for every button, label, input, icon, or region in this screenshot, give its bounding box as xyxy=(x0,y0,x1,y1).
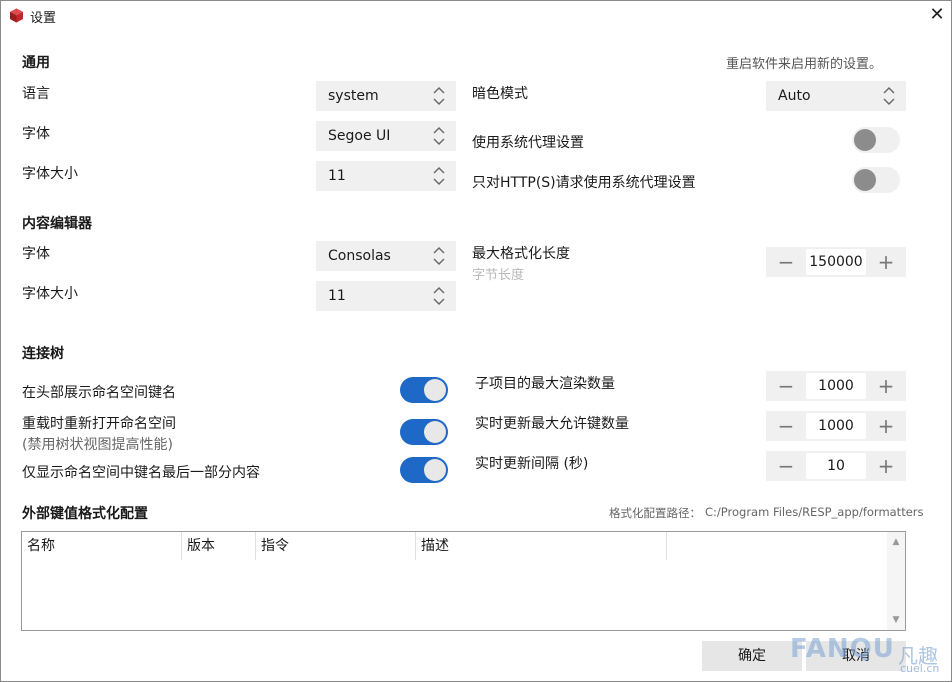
increment-button[interactable]: + xyxy=(866,411,906,441)
updown-chevron-icon xyxy=(883,87,895,105)
general-heading: 通用 xyxy=(22,55,50,71)
updown-chevron-icon xyxy=(433,247,445,265)
watermark-logo: FANQU xyxy=(790,634,895,664)
editor-heading: 内容编辑器 xyxy=(22,216,92,232)
tree-heading: 连接树 xyxy=(22,346,64,362)
font-size-select[interactable]: 11 xyxy=(316,161,456,191)
formatters-path[interactable]: C:/Program Files/RESP_app/formatters xyxy=(705,505,924,519)
window-title: 设置 xyxy=(30,11,57,26)
column-header-description[interactable]: 描述 xyxy=(416,532,667,560)
scroll-down-arrow-icon[interactable]: ▼ xyxy=(887,612,905,628)
font-select[interactable]: Segoe UI xyxy=(316,121,456,151)
toggle-knob xyxy=(854,129,876,151)
show-last-part-label: 仅显示命名空间中键名最后一部分内容 xyxy=(22,465,260,481)
dark-mode-select[interactable]: Auto xyxy=(766,81,906,111)
live-update-max-keys-value[interactable]: 1000 xyxy=(806,413,866,439)
watermark-site: cuel.cn xyxy=(900,662,940,675)
max-format-length-spinbox[interactable]: − 150000 + xyxy=(766,247,906,277)
reopen-namespaces-toggle[interactable] xyxy=(400,419,448,445)
decrement-button[interactable]: − xyxy=(766,247,806,277)
language-select[interactable]: system xyxy=(316,81,456,111)
reopen-namespaces-label: 重载时重新打开命名空间 xyxy=(22,416,176,432)
editor-font-size-label: 字体大小 xyxy=(22,286,78,302)
max-rendered-children-spinbox[interactable]: − 1000 + xyxy=(766,371,906,401)
max-format-length-label: 最大格式化长度 xyxy=(472,246,570,262)
system-proxy-label: 使用系统代理设置 xyxy=(472,135,584,151)
editor-font-size-value: 11 xyxy=(328,288,346,304)
updown-chevron-icon xyxy=(433,287,445,305)
toggle-knob xyxy=(424,379,446,401)
http-proxy-toggle[interactable] xyxy=(852,167,900,193)
updown-chevron-icon xyxy=(433,87,445,105)
live-update-interval-spinbox[interactable]: − 10 + xyxy=(766,451,906,481)
editor-font-select[interactable]: Consolas xyxy=(316,241,456,271)
decrement-button[interactable]: − xyxy=(766,451,806,481)
updown-chevron-icon xyxy=(433,127,445,145)
max-rendered-children-label: 子项目的最大渲染数量 xyxy=(475,376,615,392)
dark-mode-value: Auto xyxy=(778,88,811,104)
reopen-namespaces-hint: (禁用树状视图提高性能) xyxy=(22,437,173,453)
max-format-length-value[interactable]: 150000 xyxy=(806,249,866,275)
close-icon[interactable]: ✕ xyxy=(926,4,948,26)
toggle-knob xyxy=(424,421,446,443)
column-header-command[interactable]: 指令 xyxy=(256,532,416,560)
font-size-value: 11 xyxy=(328,168,346,184)
restart-note: 重启软件来启用新的设置。 xyxy=(726,57,883,72)
font-label: 字体 xyxy=(22,126,50,142)
language-label: 语言 xyxy=(22,86,50,102)
increment-button[interactable]: + xyxy=(866,451,906,481)
column-header-version[interactable]: 版本 xyxy=(182,532,256,560)
live-update-interval-value[interactable]: 10 xyxy=(806,453,866,479)
ok-button[interactable]: 确定 xyxy=(702,641,802,671)
editor-font-size-select[interactable]: 11 xyxy=(316,281,456,311)
decrement-button[interactable]: − xyxy=(766,411,806,441)
show-namespace-header-toggle[interactable] xyxy=(400,377,448,403)
live-update-max-keys-spinbox[interactable]: − 1000 + xyxy=(766,411,906,441)
max-format-length-hint: 字节长度 xyxy=(472,268,525,283)
editor-font-label: 字体 xyxy=(22,246,50,262)
formatters-heading: 外部键值格式化配置 xyxy=(22,506,148,522)
live-update-max-keys-label: 实时更新最大允许键数量 xyxy=(475,416,629,432)
decrement-button[interactable]: − xyxy=(766,371,806,401)
system-proxy-toggle[interactable] xyxy=(852,127,900,153)
scroll-up-arrow-icon[interactable]: ▲ xyxy=(887,534,905,550)
increment-button[interactable]: + xyxy=(866,247,906,277)
font-size-label: 字体大小 xyxy=(22,166,78,182)
toggle-knob xyxy=(854,169,876,191)
app-icon xyxy=(9,8,24,23)
table-vertical-scrollbar[interactable]: ▲ ▼ xyxy=(887,532,905,630)
max-rendered-children-value[interactable]: 1000 xyxy=(806,373,866,399)
formatters-path-label: 格式化配置路径： xyxy=(609,506,701,520)
show-last-part-toggle[interactable] xyxy=(400,457,448,483)
font-value: Segoe UI xyxy=(328,128,391,144)
column-header-name[interactable]: 名称 xyxy=(22,532,182,560)
live-update-interval-label: 实时更新间隔 (秒) xyxy=(475,456,589,472)
http-proxy-label: 只对HTTP(S)请求使用系统代理设置 xyxy=(472,175,696,191)
updown-chevron-icon xyxy=(433,167,445,185)
show-namespace-header-label: 在头部展示命名空间键名 xyxy=(22,385,176,401)
increment-button[interactable]: + xyxy=(866,371,906,401)
formatters-table[interactable]: 名称 版本 指令 描述 ▲ ▼ xyxy=(21,531,906,631)
language-value: system xyxy=(328,88,379,104)
toggle-knob xyxy=(424,459,446,481)
editor-font-value: Consolas xyxy=(328,248,391,264)
dark-mode-label: 暗色模式 xyxy=(472,86,528,102)
